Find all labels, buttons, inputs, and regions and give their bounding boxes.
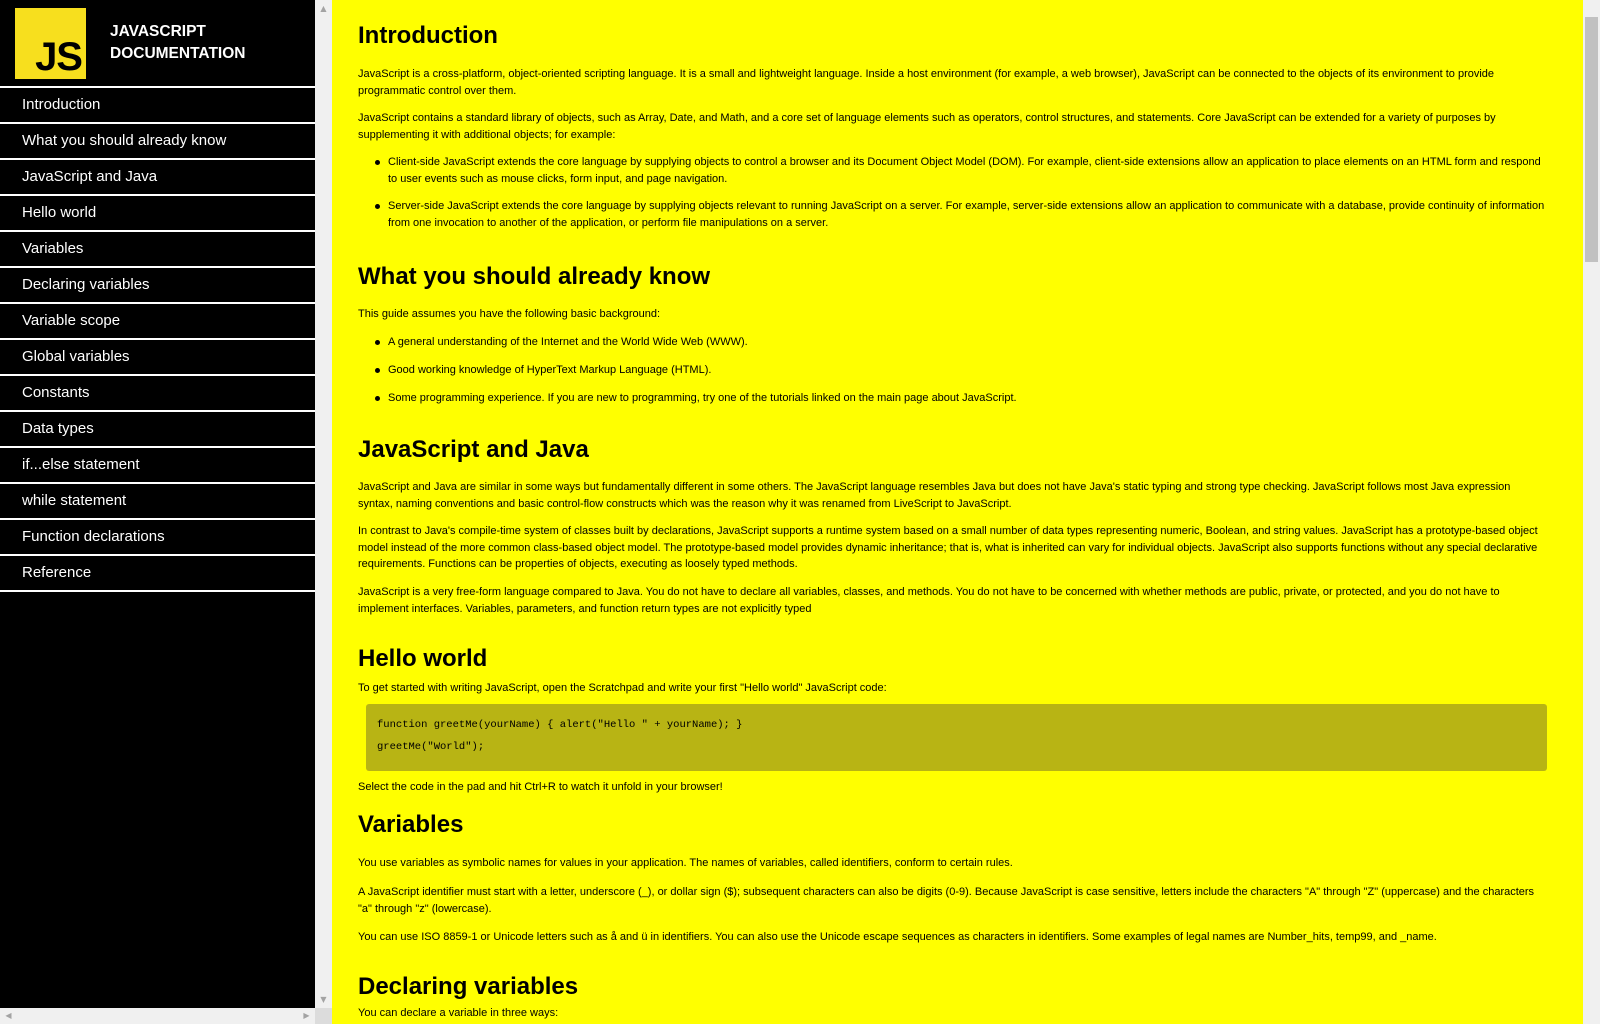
jsjava-paragraph-1: JavaScript and Java are similar in some … xyxy=(358,481,1511,510)
app-window: JS JAVASCRIPT DOCUMENTATION Introduction… xyxy=(0,0,1600,1024)
doc-title: JAVASCRIPT DOCUMENTATION xyxy=(110,21,310,65)
main-content: Introduction JavaScript is a cross-platf… xyxy=(332,0,1583,1024)
js-logo: JS xyxy=(15,8,86,79)
code-line-1: function greetMe(yourName) { alert("Hell… xyxy=(377,719,743,731)
scroll-up-arrow-icon[interactable]: ▲ xyxy=(315,0,332,17)
section-title-javascript-and-java: JavaScript and Java xyxy=(358,436,589,463)
sidebar-nav: JS JAVASCRIPT DOCUMENTATION Introduction… xyxy=(0,0,315,1008)
sidebar-horizontal-scrollbar[interactable]: ◀ ▶ xyxy=(0,1008,315,1024)
nav-link-if-else-statement[interactable]: if...else statement xyxy=(0,446,315,482)
sidebar-header: JS JAVASCRIPT DOCUMENTATION xyxy=(0,0,315,86)
section-title-declaring-variables: Declaring variables xyxy=(358,973,579,1000)
know-paragraph-1: This guide assumes you have the followin… xyxy=(358,308,661,320)
know-bullet-list-3: Some programming experience. If you are … xyxy=(358,390,1548,407)
intro-bullet-list: Client-side JavaScript extends the core … xyxy=(358,154,1548,187)
nav-link-data-types[interactable]: Data types xyxy=(0,410,315,446)
nav-link-global-variables[interactable]: Global variables xyxy=(0,338,315,374)
nav-link-while-statement[interactable]: while statement xyxy=(0,482,315,518)
section-title-variables: Variables xyxy=(358,811,464,838)
hello-paragraph-1: To get started with writing JavaScript, … xyxy=(358,682,887,694)
nav-link-variables[interactable]: Variables xyxy=(0,230,315,266)
nav-link-introduction[interactable]: Introduction xyxy=(0,86,315,122)
section-title-introduction: Introduction xyxy=(358,22,498,49)
scrollbar-corner xyxy=(315,1008,332,1024)
list-item: Client-side JavaScript extends the core … xyxy=(358,154,1548,187)
jsjava-paragraph-2: In contrast to Java's compile-time syste… xyxy=(358,525,1538,570)
list-item: Some programming experience. If you are … xyxy=(358,390,1548,407)
doc-title-line1: JAVASCRIPT xyxy=(110,23,206,40)
section-title-hello-world: Hello world xyxy=(358,645,488,672)
code-block: function greetMe(yourName) { alert("Hell… xyxy=(366,704,1547,771)
nav-link-hello-world[interactable]: Hello world xyxy=(0,194,315,230)
nav-link-function-declarations[interactable]: Function declarations xyxy=(0,518,315,554)
scroll-down-arrow-icon[interactable]: ▼ xyxy=(315,991,332,1008)
list-item: A general understanding of the Internet … xyxy=(358,334,1548,351)
variables-paragraph-3: You can use ISO 8859-1 or Unicode letter… xyxy=(358,931,1437,943)
list-item: Server-side JavaScript extends the core … xyxy=(358,198,1548,231)
nav-link-constants[interactable]: Constants xyxy=(0,374,315,410)
doc-title-line2: DOCUMENTATION xyxy=(110,45,246,62)
nav-link-declaring-variables[interactable]: Declaring variables xyxy=(0,266,315,302)
nav-link-what-you-should-already-know[interactable]: What you should already know xyxy=(0,122,315,158)
hello-paragraph-2: Select the code in the pad and hit Ctrl+… xyxy=(358,781,723,793)
nav-list: Introduction What you should already kno… xyxy=(0,86,315,592)
declaring-paragraph-1: You can declare a variable in three ways… xyxy=(358,1007,559,1019)
scroll-right-arrow-icon[interactable]: ▶ xyxy=(298,1008,315,1024)
intro-paragraph-1: JavaScript is a cross-platform, object-o… xyxy=(358,68,1495,97)
know-bullet-list-2: Good working knowledge of HyperText Mark… xyxy=(358,362,1548,379)
variables-paragraph-1: You use variables as symbolic names for … xyxy=(358,857,1013,869)
code-line-2: greetMe("World"); xyxy=(377,741,485,753)
intro-bullet-list-2: Server-side JavaScript extends the core … xyxy=(358,198,1548,231)
know-bullet-list: A general understanding of the Internet … xyxy=(358,334,1548,351)
nav-link-variable-scope[interactable]: Variable scope xyxy=(0,302,315,338)
main-vertical-scrollbar[interactable] xyxy=(1583,0,1600,1024)
js-logo-text: JS xyxy=(35,35,83,79)
scroll-left-arrow-icon[interactable]: ◀ xyxy=(0,1008,17,1024)
variables-paragraph-2: A JavaScript identifier must start with … xyxy=(358,886,1535,915)
nav-link-reference[interactable]: Reference xyxy=(0,554,315,592)
sidebar-vertical-scrollbar[interactable]: ▲ ▼ xyxy=(315,0,332,1008)
intro-paragraph-2: JavaScript contains a standard library o… xyxy=(358,112,1496,141)
jsjava-paragraph-3: JavaScript is a very free-form language … xyxy=(358,586,1500,615)
nav-link-javascript-and-java[interactable]: JavaScript and Java xyxy=(0,158,315,194)
list-item: Good working knowledge of HyperText Mark… xyxy=(358,362,1548,379)
main-scrollbar-thumb[interactable] xyxy=(1585,17,1598,262)
section-title-what-you-should-already-know: What you should already know xyxy=(358,263,711,290)
